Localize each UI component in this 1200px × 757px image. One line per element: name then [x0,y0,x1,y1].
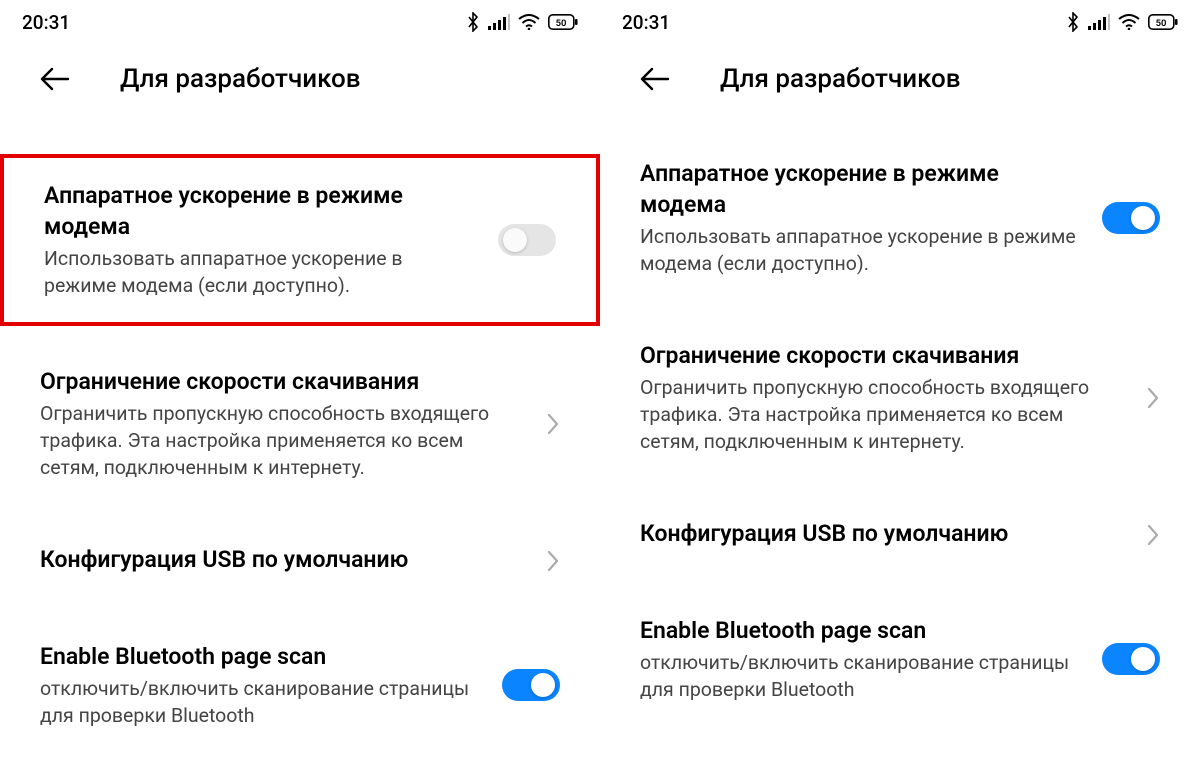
download-limit-row[interactable]: Ограничение скорости скачивания Ограничи… [0,344,600,504]
hardware-accel-text: Аппаратное ускорение в режиме модема Исп… [640,158,1082,278]
battery-icon: 50 [1148,14,1178,30]
header: Для разработчиков [600,40,1200,118]
download-limit-text: Ограничение скорости скачивания Ограничи… [640,340,1126,456]
bluetooth-scan-text: Enable Bluetooth page scan отключить/вкл… [640,615,1082,704]
download-limit-desc: Ограничить пропускную способность входящ… [40,401,526,482]
svg-text:50: 50 [556,18,567,29]
wifi-icon [518,14,540,30]
signal-icon [1088,14,1110,30]
back-arrow-icon[interactable] [40,67,70,91]
status-icons: 50 [466,12,578,32]
chevron-right-icon [546,412,560,436]
chevron-right-icon [1146,386,1160,410]
back-arrow-icon[interactable] [640,67,670,91]
bluetooth-scan-toggle[interactable] [1102,643,1160,675]
status-time: 20:31 [622,11,670,34]
hardware-accel-toggle[interactable] [498,224,556,256]
usb-config-row[interactable]: Конфигурация USB по умолчанию [600,496,1200,575]
bluetooth-icon [466,12,480,32]
status-icons: 50 [1066,12,1178,32]
hardware-accel-row[interactable]: Аппаратное ускорение в режиме модема Исп… [600,136,1200,300]
status-bar: 20:31 50 [600,0,1200,40]
download-limit-desc: Ограничить пропускную способность входящ… [640,375,1126,456]
status-bar: 20:31 50 [0,0,600,40]
chevron-right-icon [1146,523,1160,547]
hardware-accel-title: Аппаратное ускорение в режиме модема [44,180,478,242]
bluetooth-scan-desc: отключить/включить сканирование страницы… [40,676,482,730]
bluetooth-scan-row[interactable]: Enable Bluetooth page scan отключить/вкл… [0,619,600,752]
page-title: Для разработчиков [120,64,361,94]
hardware-accel-text: Аппаратное ускорение в режиме модема Исп… [44,180,478,300]
chevron-right-icon [546,549,560,573]
usb-config-text: Конфигурация USB по умолчанию [640,518,1126,553]
bluetooth-scan-text: Enable Bluetooth page scan отключить/вкл… [40,641,482,730]
page-title: Для разработчиков [720,64,961,94]
hardware-accel-row[interactable]: Аппаратное ускорение в режиме модема Исп… [0,154,600,326]
signal-icon [488,14,510,30]
usb-config-row[interactable]: Конфигурация USB по умолчанию [0,522,600,601]
screen-right: 20:31 50 [600,0,1200,757]
usb-config-text: Конфигурация USB по умолчанию [40,544,526,579]
hardware-accel-toggle[interactable] [1102,202,1160,234]
bluetooth-scan-toggle[interactable] [502,669,560,701]
download-limit-text: Ограничение скорости скачивания Ограничи… [40,366,526,482]
download-limit-title: Ограничение скорости скачивания [640,340,1126,371]
usb-config-title: Конфигурация USB по умолчанию [40,544,526,575]
wifi-icon [1118,14,1140,30]
download-limit-row[interactable]: Ограничение скорости скачивания Ограничи… [600,318,1200,478]
bluetooth-scan-desc: отключить/включить сканирование страницы… [640,650,1082,704]
bluetooth-scan-title: Enable Bluetooth page scan [640,615,1082,646]
download-limit-title: Ограничение скорости скачивания [40,366,526,397]
hardware-accel-desc: Использовать аппаратное ускорение в режи… [44,246,478,300]
bluetooth-scan-title: Enable Bluetooth page scan [40,641,482,672]
bluetooth-scan-row[interactable]: Enable Bluetooth page scan отключить/вкл… [600,593,1200,726]
svg-text:50: 50 [1156,18,1167,29]
battery-icon: 50 [548,14,578,30]
header: Для разработчиков [0,40,600,118]
screen-left: 20:31 50 [0,0,600,757]
hardware-accel-desc: Использовать аппаратное ускорение в режи… [640,224,1082,278]
bluetooth-icon [1066,12,1080,32]
hardware-accel-title: Аппаратное ускорение в режиме модема [640,158,1082,220]
usb-config-title: Конфигурация USB по умолчанию [640,518,1126,549]
status-time: 20:31 [22,11,70,34]
